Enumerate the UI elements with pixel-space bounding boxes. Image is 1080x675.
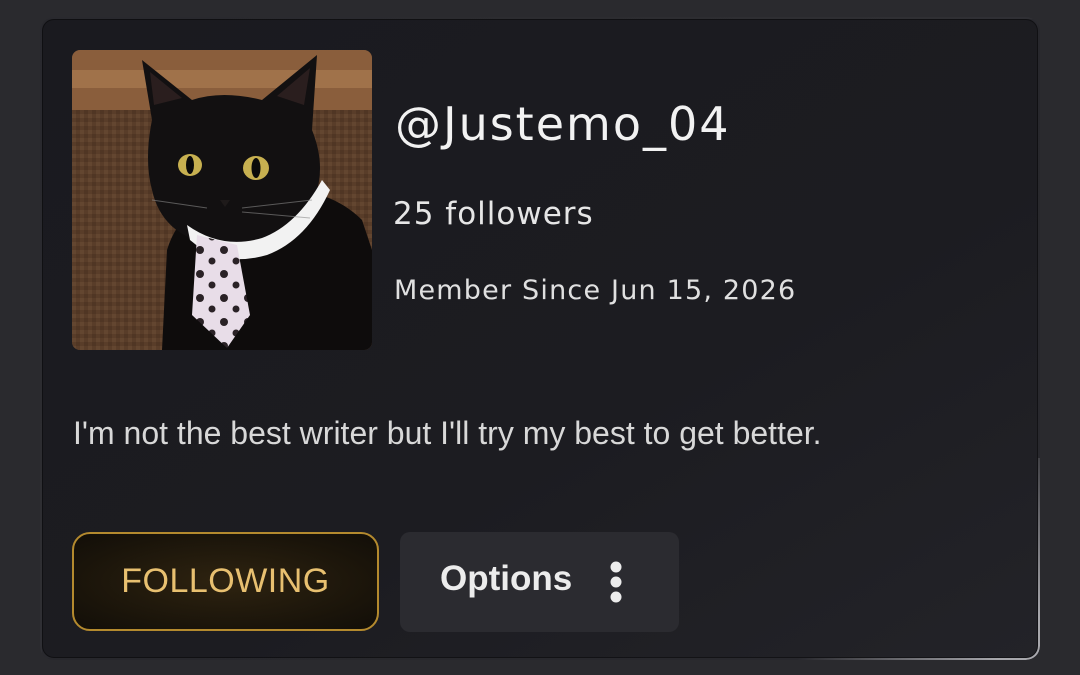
black-cat-avatar-icon <box>72 50 372 350</box>
profile-card: @Justemo_04 25 followers Member Since Ju… <box>40 17 1040 660</box>
options-button-label: Options <box>440 559 573 598</box>
following-button[interactable]: FOLLOWING <box>72 532 379 631</box>
following-button-label: FOLLOWING <box>121 562 330 600</box>
vertical-dots-icon <box>610 561 622 603</box>
member-since: Member Since Jun 15, 2026 <box>394 275 797 306</box>
options-button[interactable]: Options <box>400 532 679 632</box>
avatar[interactable] <box>72 50 372 350</box>
username: @Justemo_04 <box>395 97 731 151</box>
followers-count[interactable]: 25 followers <box>393 196 594 232</box>
bio-text: I'm not the best writer but I'll try my … <box>73 415 822 451</box>
